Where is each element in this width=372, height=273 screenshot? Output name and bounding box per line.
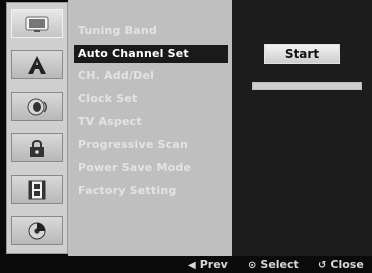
detail-panel: Start [232,0,372,256]
prev-label: Prev [199,258,228,271]
scan-progress-bar [252,82,362,90]
film-icon[interactable] [11,175,63,204]
lock-icon-graphic [30,139,44,157]
settings-menu: Tuning Band Auto Channel Set CH. Add/Del… [68,0,232,256]
disc-icon-graphic [28,222,46,239]
menu-item-progressive-scan[interactable]: Progressive Scan [78,136,228,154]
close-label: Close [330,258,364,271]
menu-item-power-save-mode[interactable]: Power Save Mode [78,159,228,177]
prev-hint[interactable]: ◀ Prev [188,258,228,272]
speaker-icon[interactable] [11,92,63,121]
dvd-setup-screen: Tuning Band Auto Channel Set CH. Add/Del… [0,0,372,273]
menu-item-auto-channel-set[interactable]: Auto Channel Set [74,45,228,63]
letter-a-icon[interactable] [11,50,63,79]
menu-item-clock-set[interactable]: Clock Set [78,90,228,108]
icon-column [6,2,68,254]
bottom-hint-bar: ◀ Prev ⊙ Select ↺ Close [0,256,372,273]
menu-item-factory-setting[interactable]: Factory Setting [78,182,228,200]
select-hint[interactable]: ⊙ Select [248,258,299,272]
select-icon: ⊙ [248,260,257,271]
select-label: Select [260,258,299,271]
tv-icon-graphic [25,16,49,32]
speaker-icon-graphic [27,98,47,115]
start-button[interactable]: Start [264,44,340,64]
return-icon: ↺ [318,260,327,271]
menu-item-ch-add-del[interactable]: CH. Add/Del [78,67,228,85]
lock-icon[interactable] [11,133,63,162]
letter-a-icon-graphic [28,55,46,74]
menu-item-tuning-band[interactable]: Tuning Band [78,22,228,40]
close-hint[interactable]: ↺ Close [318,258,364,272]
menu-item-tv-aspect[interactable]: TV Aspect [78,113,228,131]
left-arrow-icon: ◀ [188,260,196,271]
tv-icon[interactable] [11,9,63,38]
film-icon-graphic [28,180,46,199]
disc-icon[interactable] [11,216,63,245]
